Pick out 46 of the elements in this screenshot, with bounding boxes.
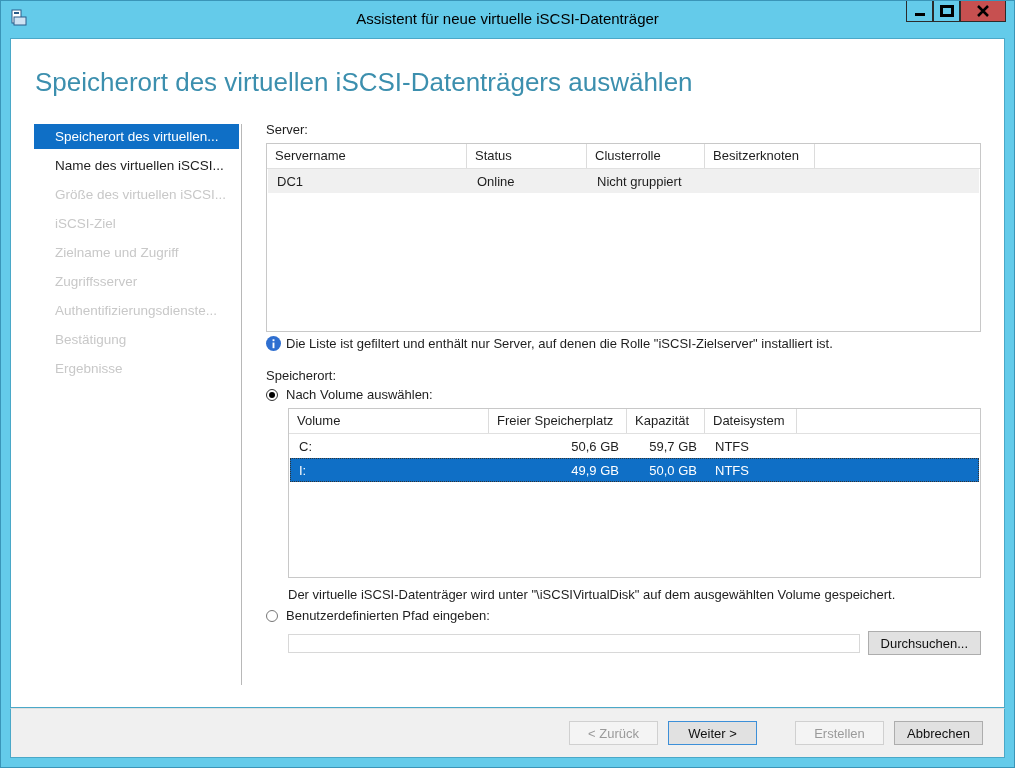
window-title: Assistent für neue virtuelle iSCSI-Datenträger xyxy=(355,10,660,27)
table-cell-text: C: xyxy=(298,438,313,454)
column-header[interactable]: Status xyxy=(467,144,587,168)
minimize-icon xyxy=(914,13,925,16)
browse-button[interactable]: Durchsuchen... xyxy=(867,631,981,655)
wizard-heading: Speicherort des virtuellen iSCSI-Datenträgers auswählen xyxy=(35,67,693,98)
radio-label[interactable]: Benutzerdefinierten Pfad eingeben: xyxy=(286,608,490,623)
maximize-button[interactable] xyxy=(933,1,960,22)
minimize-button[interactable] xyxy=(906,1,933,22)
table-cell-text: Nicht gruppiert xyxy=(596,173,683,189)
path-input-field[interactable] xyxy=(288,633,860,653)
close-icon xyxy=(976,5,990,17)
app-icon xyxy=(10,9,28,27)
table-cell-text: DC1 xyxy=(276,173,304,189)
table-row[interactable]: DC1 Online Nicht gruppiert xyxy=(268,169,979,193)
table-cell-text: NTFS xyxy=(714,438,750,454)
table-row[interactable]: I: 49,9 GB 50,0 GB NTFS xyxy=(290,458,979,482)
info-icon xyxy=(266,336,281,351)
table-cell-text: I: xyxy=(298,462,308,478)
wizard-button[interactable]: Weiter > xyxy=(668,721,757,745)
table-cell-text: 50,6 GB xyxy=(570,438,620,454)
radio-button[interactable] xyxy=(266,388,278,401)
table-cell-text: 59,7 GB xyxy=(648,438,698,454)
column-header[interactable]: Servername xyxy=(267,144,467,168)
radio-label[interactable]: Nach Volume auswählen: xyxy=(286,387,433,402)
column-header[interactable]: Clusterrolle xyxy=(587,144,705,168)
table-cell-text: Online xyxy=(476,173,516,189)
column-header[interactable]: Besitzerknoten xyxy=(705,144,815,168)
volume-note: Der virtuelle iSCSI-Datenträger wird unter "\iSCSIVirtualDisk" auf dem ausgewählten Volume gespeichert. xyxy=(288,587,897,602)
column-header[interactable]: Dateisystem xyxy=(705,409,797,433)
table-row[interactable]: C: 50,6 GB 59,7 GB NTFS xyxy=(290,434,979,458)
close-button[interactable] xyxy=(960,1,1006,22)
wizard-step[interactable]: Name des virtuellen iSCSI... xyxy=(34,153,239,178)
column-header[interactable]: Kapazität xyxy=(627,409,705,433)
server-label: Server: xyxy=(266,122,309,137)
wizard-button[interactable]: Abbrechen xyxy=(894,721,983,745)
wizard-step[interactable]: Speicherort des virtuellen... xyxy=(34,124,239,149)
table-cell-text: 50,0 GB xyxy=(648,462,698,478)
table-cell-text: NTFS xyxy=(714,462,750,478)
column-header[interactable]: Freier Speicherplatz xyxy=(489,409,627,433)
location-label: Speicherort: xyxy=(266,368,338,383)
table-cell-text: 49,9 GB xyxy=(570,462,620,478)
maximize-icon xyxy=(939,5,954,17)
radio-button[interactable] xyxy=(266,609,278,622)
column-header[interactable]: Volume xyxy=(289,409,489,433)
info-note: Die Liste ist gefiltert und enthält nur Server, auf denen die Rolle "iSCSI-Zielserver" installiert ist. xyxy=(286,336,833,351)
